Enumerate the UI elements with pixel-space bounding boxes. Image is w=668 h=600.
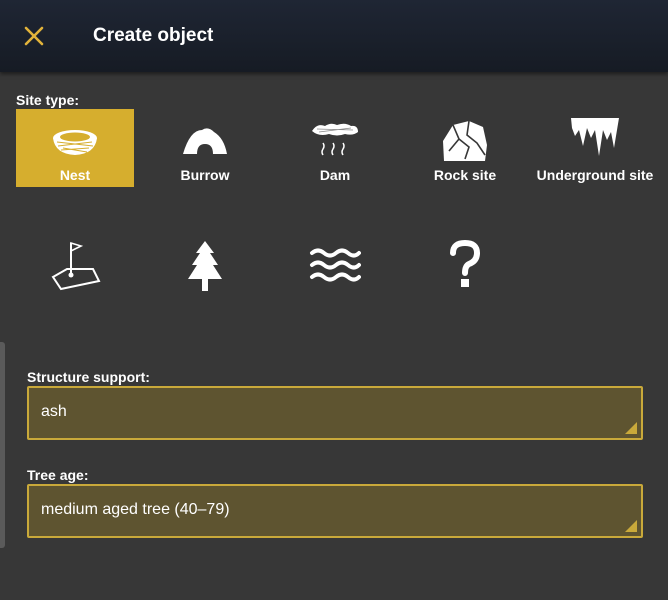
- site-type-label: Site type:: [16, 92, 80, 108]
- underground-icon: [571, 118, 619, 156]
- site-type-rock-site[interactable]: Rock site: [406, 109, 524, 187]
- water-waves-icon: [310, 248, 361, 282]
- site-flag-icon: [51, 241, 101, 291]
- site-type-flag-option[interactable]: [25, 230, 125, 300]
- site-type-underground-site-label: Underground site: [536, 167, 654, 183]
- site-type-water-option[interactable]: [285, 230, 385, 300]
- dam-icon: [312, 123, 358, 156]
- site-type-underground-site[interactable]: Underground site: [536, 109, 654, 187]
- close-button[interactable]: [22, 24, 46, 48]
- nest-icon: [53, 130, 97, 155]
- question-icon: [450, 239, 481, 287]
- page-title: Create object: [93, 25, 214, 46]
- dropdown-corner-icon: [625, 422, 637, 434]
- site-type-dam[interactable]: Dam: [276, 109, 394, 187]
- tree-age-label: Tree age:: [27, 467, 89, 483]
- structure-support-value: ash: [41, 403, 67, 420]
- site-type-nest-label: Nest: [59, 167, 91, 183]
- structure-support-label: Structure support:: [27, 369, 150, 385]
- tree-age-select[interactable]: medium aged tree (40–79): [27, 484, 643, 538]
- site-type-burrow[interactable]: Burrow: [146, 109, 264, 187]
- site-type-tree-option[interactable]: [155, 230, 255, 300]
- app-header: Create object: [0, 0, 668, 72]
- dropdown-corner-icon: [625, 520, 637, 532]
- burrow-icon: [183, 128, 227, 154]
- site-type-rock-site-label: Rock site: [433, 167, 497, 183]
- scroll-handle[interactable]: [0, 342, 5, 548]
- rock-icon: [443, 120, 487, 161]
- close-icon: [24, 26, 44, 46]
- tree-age-value: medium aged tree (40–79): [41, 501, 230, 518]
- site-type-other-option[interactable]: [415, 230, 515, 300]
- structure-support-select[interactable]: ash: [27, 386, 643, 440]
- site-type-nest[interactable]: Nest: [16, 109, 134, 187]
- site-type-burrow-label: Burrow: [180, 167, 230, 183]
- site-type-dam-label: Dam: [319, 167, 351, 183]
- tree-icon: [188, 241, 222, 291]
